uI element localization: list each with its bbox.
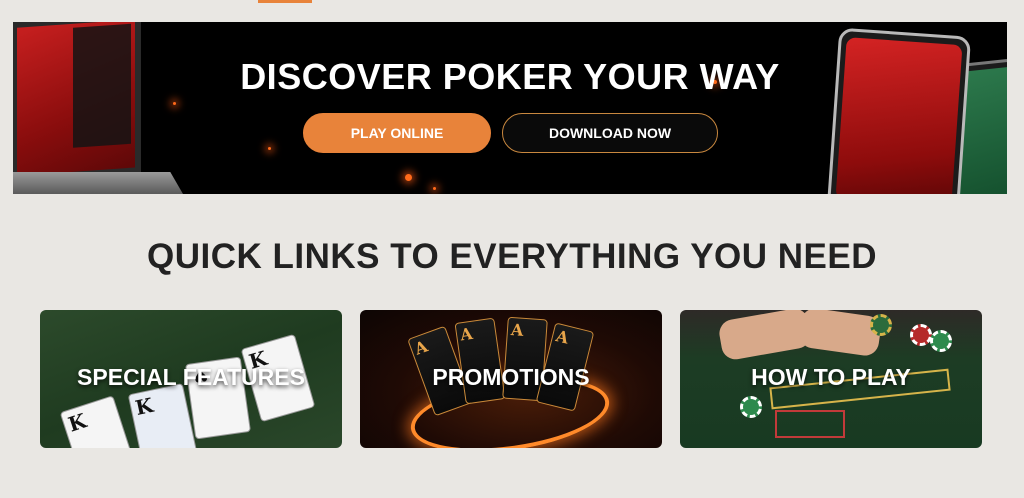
promotions-card[interactable]: A A A A PROMOTIONS [360, 310, 662, 448]
special-features-card[interactable]: K K ♠ K SPECIAL FEATURES [40, 310, 342, 448]
hero-banner: DISCOVER POKER YOUR WAY PLAY ONLINE DOWN… [13, 22, 1007, 194]
how-to-play-card[interactable]: HOW TO PLAY [680, 310, 982, 448]
play-online-button[interactable]: PLAY ONLINE [303, 113, 491, 153]
ember-particle [268, 147, 271, 150]
playing-card-image: K [127, 383, 199, 448]
ember-particle [405, 174, 412, 181]
quick-links-title: QUICK LINKS TO EVERYTHING YOU NEED [146, 237, 878, 276]
promotions-label: PROMOTIONS [432, 364, 590, 390]
how-to-play-label: HOW TO PLAY [751, 364, 911, 390]
phone-image-front [826, 27, 972, 194]
special-features-label: SPECIAL FEATURES [77, 364, 305, 390]
poker-chip-image [930, 330, 952, 352]
hand-image [797, 310, 883, 358]
poker-chip-image [910, 324, 932, 346]
hero-title: DISCOVER POKER YOUR WAY [240, 56, 780, 97]
top-nav-active-indicator [258, 0, 312, 3]
download-now-button[interactable]: DOWNLOAD NOW [502, 113, 718, 153]
table-betting-line [775, 410, 845, 438]
laptop-image [13, 22, 193, 194]
poker-chip-image [870, 314, 892, 336]
ember-particle [433, 187, 436, 190]
poker-chip-image [740, 396, 762, 418]
playing-card-image: K [59, 395, 137, 448]
